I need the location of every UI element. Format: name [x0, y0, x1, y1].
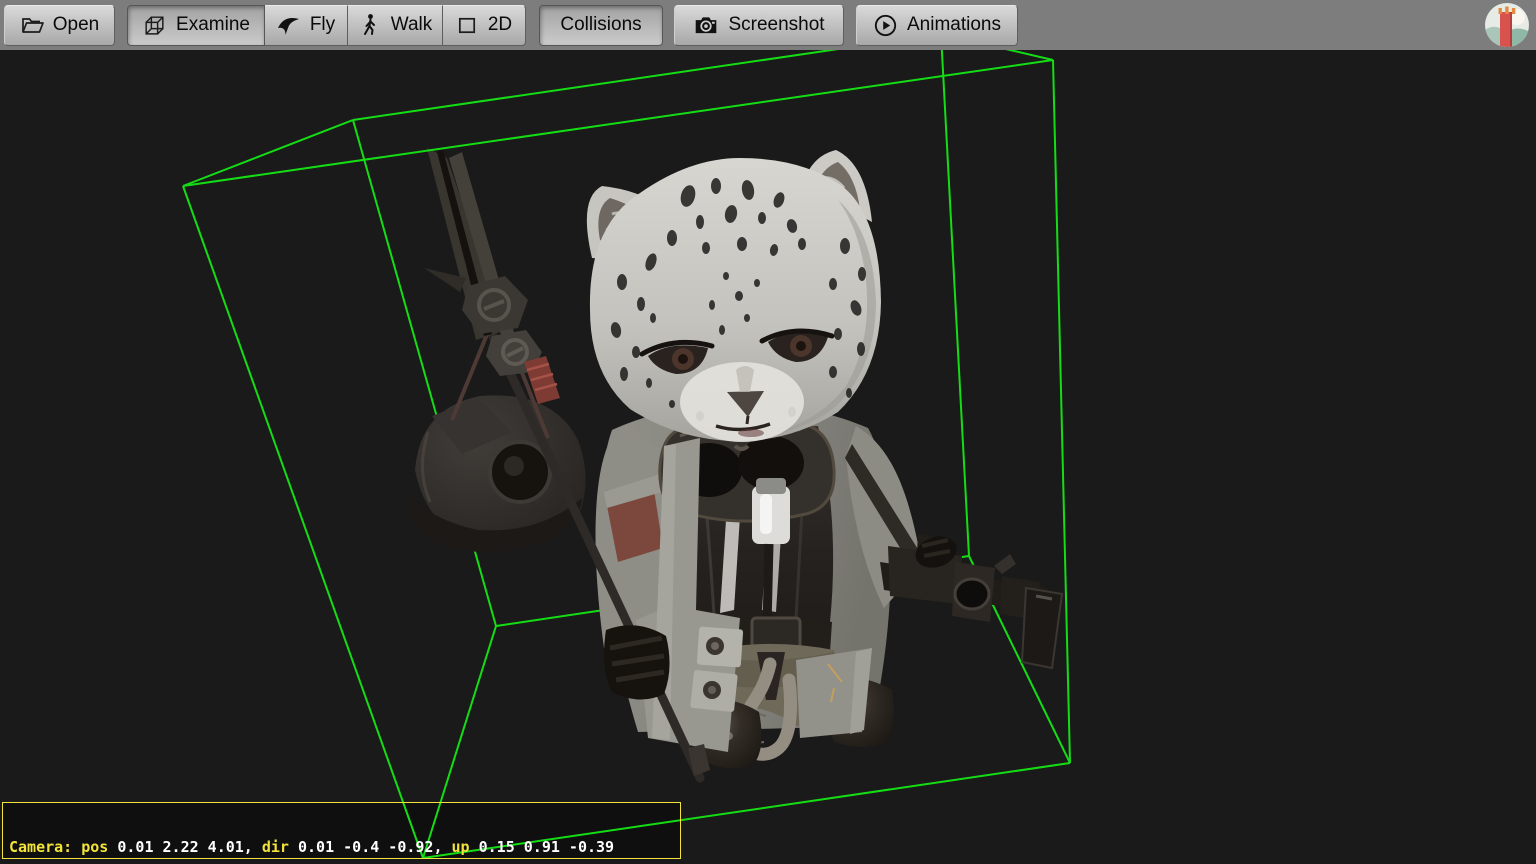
scene-svg [0, 50, 1536, 864]
fly-mode-button[interactable]: Fly [265, 5, 348, 46]
square-icon [456, 14, 479, 37]
fly-button-label: Fly [310, 14, 335, 36]
toolbar: Open Examine Fly Walk 2D [0, 0, 1536, 50]
walk-button-label: Walk [391, 14, 433, 36]
status-segment: 0.01 2.22 4.01, [117, 838, 262, 856]
status-segment: 0.01 -0.4 -0.92, [298, 838, 452, 856]
app-window: { "app": { "name": "castle-model-viewer"… [0, 0, 1536, 864]
status-segment: up [452, 838, 479, 856]
status-segment: pos [81, 838, 117, 856]
collisions-toggle-button[interactable]: Collisions [539, 5, 663, 46]
examine-button-label: Examine [176, 14, 250, 36]
screenshot-button[interactable]: Screenshot [674, 5, 844, 46]
status-line-camera: Camera: pos 0.01 2.22 4.01, dir 0.01 -0.… [9, 839, 674, 856]
status-segment: dir [262, 838, 298, 856]
walk-mode-button[interactable]: Walk [348, 5, 443, 46]
character-head [587, 150, 881, 442]
examine-mode-button[interactable]: Examine [127, 5, 265, 46]
animations-button-label: Animations [907, 14, 1001, 36]
open-button[interactable]: Open [4, 5, 115, 46]
walking-person-icon [358, 13, 382, 37]
2d-button-label: 2D [488, 14, 512, 36]
open-folder-icon [20, 13, 44, 37]
collisions-button-label: Collisions [560, 14, 641, 36]
camera-icon [693, 12, 719, 38]
staff-red-grip [524, 356, 560, 404]
left-glove [604, 625, 670, 699]
open-button-label: Open [53, 14, 99, 36]
cube-icon [142, 13, 167, 38]
rifle-stock [1022, 588, 1062, 668]
navigation-mode-group: Examine Fly Walk 2D [127, 5, 526, 46]
animations-button[interactable]: Animations [856, 5, 1018, 46]
play-circle-icon [873, 13, 898, 38]
viewport-3d[interactable]: Camera: pos 0.01 2.22 4.01, dir 0.01 -0.… [0, 50, 1536, 864]
screenshot-button-label: Screenshot [728, 14, 824, 36]
2d-mode-button[interactable]: 2D [443, 5, 526, 46]
status-segment: 0.15 0.91 -0.39 [479, 838, 614, 856]
status-segment: Camera: [9, 838, 81, 856]
bird-icon [277, 13, 301, 37]
castle-game-engine-logo [1484, 2, 1530, 48]
rifle-weapon [880, 531, 1062, 668]
camera-status-overlay: Camera: pos 0.01 2.22 4.01, dir 0.01 -0.… [2, 802, 681, 859]
